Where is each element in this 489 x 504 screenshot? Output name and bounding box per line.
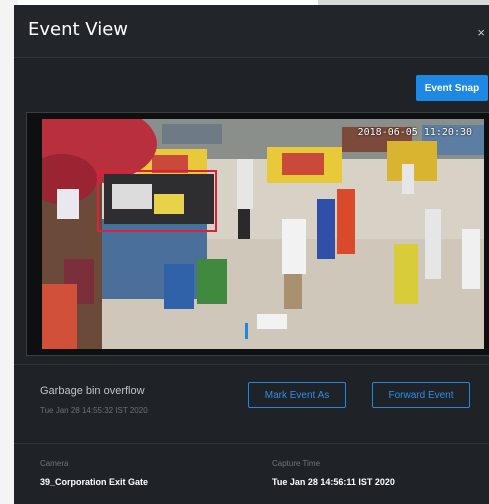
- capture-time-value: Tue Jan 28 14:56:11 IST 2020: [272, 477, 395, 487]
- event-view-modal: Event View × Event Snap 2018-06-05 11:20…: [14, 5, 489, 504]
- video-player[interactable]: 2018-06-05 11:20:30: [26, 112, 489, 356]
- details-divider: [14, 443, 489, 444]
- video-timestamp: 2018-06-05 11:20:30: [357, 127, 472, 138]
- camera-scene-image: [42, 119, 484, 349]
- event-snap-button[interactable]: Event Snap: [416, 75, 488, 101]
- modal-header: Event View ×: [14, 5, 489, 58]
- event-time: Tue Jan 28 14:55:32 IST 2020: [40, 406, 148, 415]
- forward-event-button[interactable]: Forward Event: [372, 382, 470, 408]
- modal-title: Event View: [28, 19, 129, 40]
- event-name: Garbage bin overflow: [40, 385, 145, 397]
- camera-snapshot: 2018-06-05 11:20:30: [42, 119, 484, 349]
- camera-label: Camera: [40, 459, 69, 468]
- mark-event-as-button[interactable]: Mark Event As: [248, 382, 346, 408]
- video-scrubber-handle[interactable]: [245, 323, 248, 339]
- close-icon[interactable]: ×: [477, 25, 485, 40]
- section-divider: [14, 364, 489, 365]
- capture-time-label: Capture Time: [272, 459, 321, 468]
- camera-value: 39_Corporation Exit Gate: [40, 477, 149, 487]
